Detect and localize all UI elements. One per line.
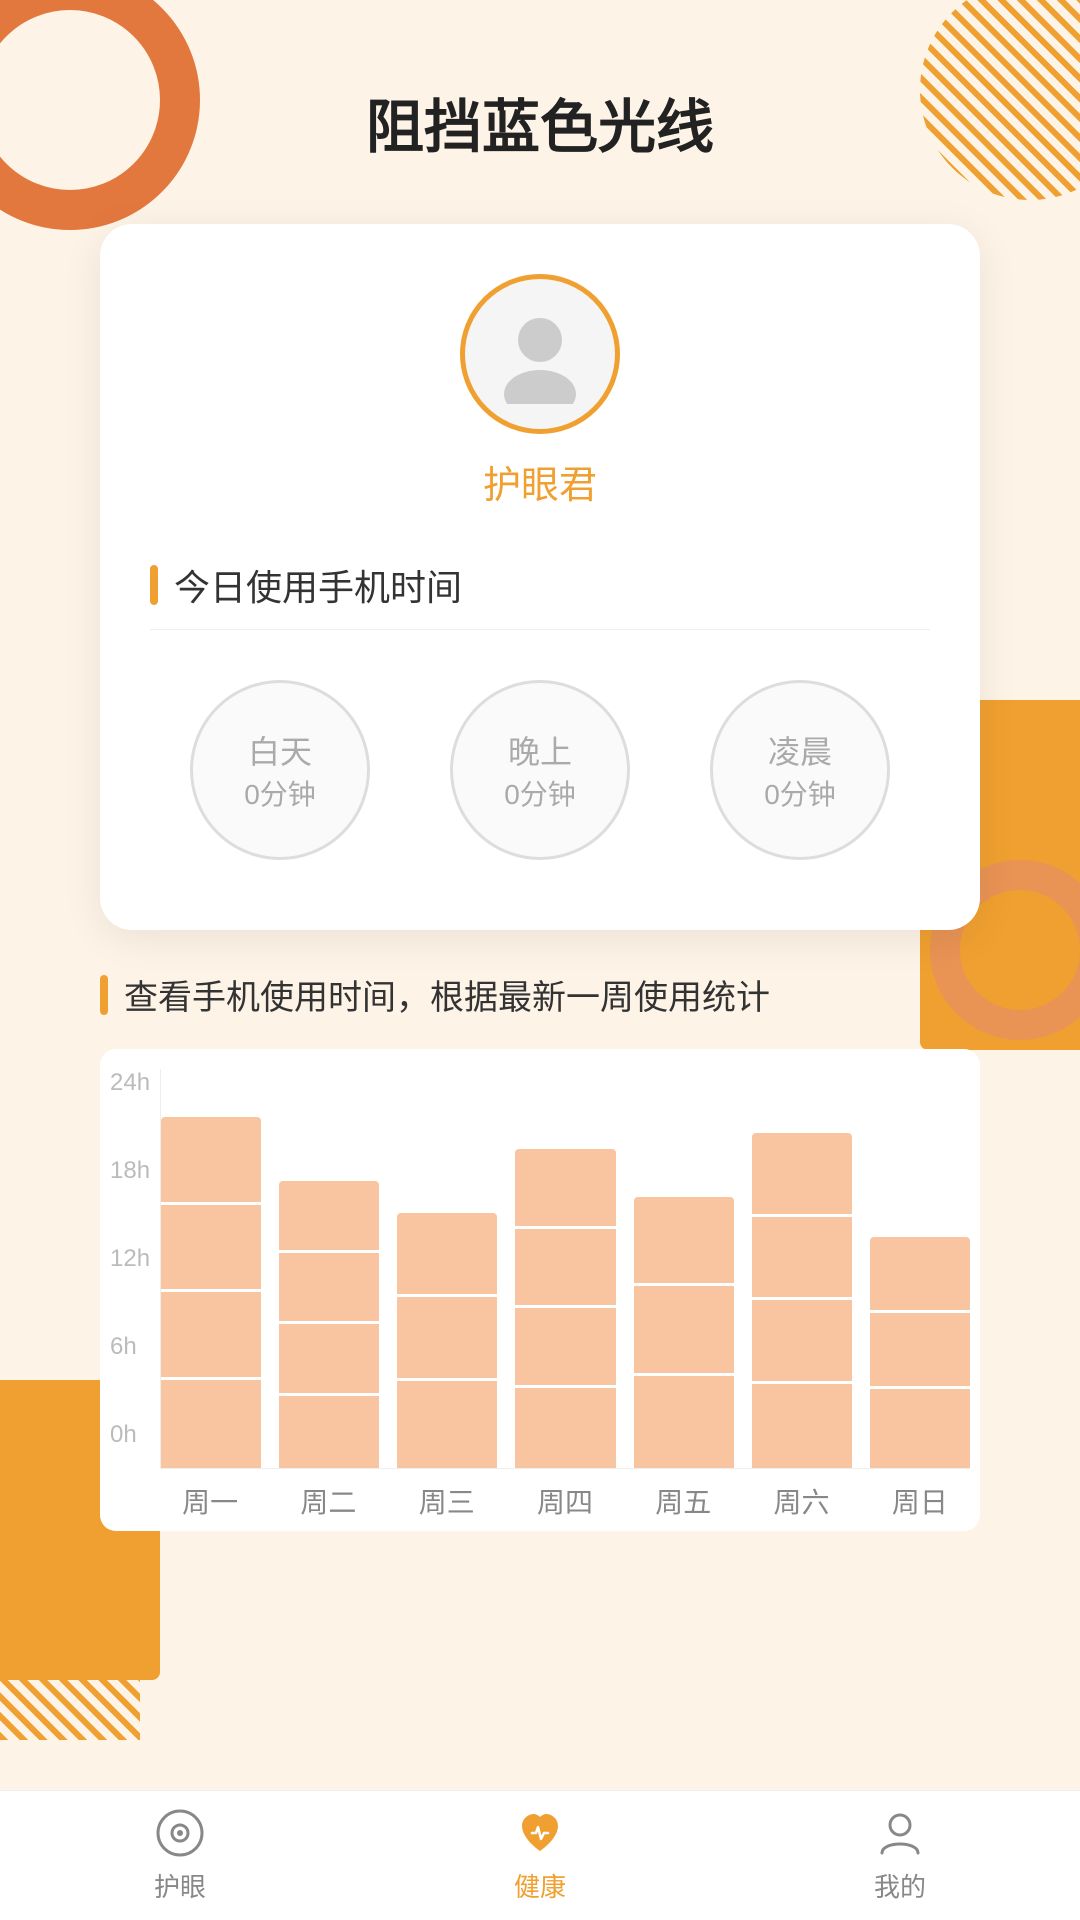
- x-label-thu: 周四: [515, 1481, 615, 1521]
- bar-thu: [515, 1069, 615, 1468]
- y-label-24h: 24h: [110, 1069, 150, 1097]
- bar-wed: [397, 1069, 497, 1468]
- chart-bars-area: [160, 1069, 970, 1469]
- y-label-6h: 6h: [110, 1333, 150, 1361]
- bar-fri: [634, 1069, 734, 1468]
- stats-bar-indicator: [100, 975, 108, 1015]
- chart-x-labels: 周一 周二 周三 周四 周五 周六 周日: [160, 1481, 970, 1521]
- eye-protection-icon: [154, 1807, 206, 1859]
- section-bar-indicator: [150, 565, 158, 605]
- evening-circle: 晚上 0分钟: [450, 680, 630, 860]
- chart-y-labels: 24h 18h 12h 6h 0h: [110, 1069, 150, 1449]
- time-circles-container: 白天 0分钟 晚上 0分钟 凌晨 0分钟: [150, 660, 930, 870]
- usage-section-title: 今日使用手机时间: [174, 559, 462, 611]
- x-label-mon: 周一: [160, 1481, 260, 1521]
- midnight-value: 0分钟: [764, 773, 836, 813]
- bar-tue: [279, 1069, 379, 1468]
- nav-item-health[interactable]: 健康: [514, 1807, 566, 1904]
- evening-value: 0分钟: [504, 773, 576, 813]
- x-label-wed: 周三: [397, 1481, 497, 1521]
- evening-label: 晚上: [508, 727, 572, 773]
- stats-section: 查看手机使用时间，根据最新一周使用统计 24h 18h 12h 6h 0h: [100, 970, 980, 1531]
- usage-section-header: 今日使用手机时间: [150, 559, 930, 630]
- y-label-18h: 18h: [110, 1157, 150, 1185]
- stats-section-title: 查看手机使用时间，根据最新一周使用统计: [124, 970, 770, 1019]
- daytime-label: 白天: [248, 727, 312, 773]
- nav-item-mine[interactable]: 我的: [874, 1807, 926, 1904]
- main-card: 护眼君 今日使用手机时间 白天 0分钟 晚上 0分钟 凌晨 0分钟: [100, 224, 980, 930]
- midnight-circle: 凌晨 0分钟: [710, 680, 890, 860]
- deco-stripe-bottomleft: [0, 1580, 140, 1740]
- bar-chart: 24h 18h 12h 6h 0h: [100, 1049, 980, 1531]
- page-title: 阻挡蓝色光线: [0, 0, 1080, 224]
- nav-label-mine: 我的: [874, 1867, 926, 1904]
- daytime-circle: 白天 0分钟: [190, 680, 370, 860]
- avatar[interactable]: [460, 274, 620, 434]
- x-label-tue: 周二: [278, 1481, 378, 1521]
- avatar-section: 护眼君: [150, 274, 930, 509]
- stats-header: 查看手机使用时间，根据最新一周使用统计: [100, 970, 980, 1019]
- health-icon: [514, 1807, 566, 1859]
- daytime-value: 0分钟: [244, 773, 316, 813]
- x-label-sat: 周六: [751, 1481, 851, 1521]
- x-label-fri: 周五: [633, 1481, 733, 1521]
- nav-label-health: 健康: [514, 1867, 566, 1904]
- bar-sun: [870, 1069, 970, 1468]
- mine-icon: [874, 1807, 926, 1859]
- y-label-12h: 12h: [110, 1245, 150, 1273]
- nav-label-eye: 护眼: [154, 1867, 206, 1904]
- bar-mon: [161, 1069, 261, 1468]
- midnight-label: 凌晨: [768, 727, 832, 773]
- bottom-nav: 护眼 健康 我的: [0, 1790, 1080, 1920]
- avatar-person-icon: [490, 304, 590, 404]
- avatar-name: 护眼君: [483, 454, 597, 509]
- y-label-0h: 0h: [110, 1421, 150, 1449]
- nav-item-eye[interactable]: 护眼: [154, 1807, 206, 1904]
- x-label-sun: 周日: [870, 1481, 970, 1521]
- bar-sat: [752, 1069, 852, 1468]
